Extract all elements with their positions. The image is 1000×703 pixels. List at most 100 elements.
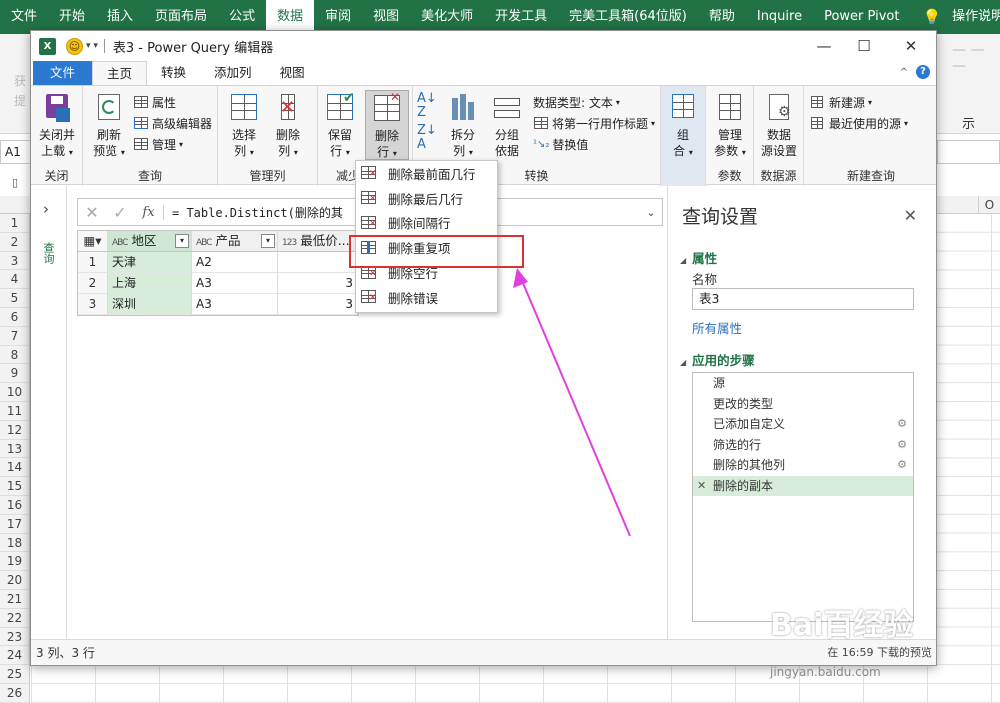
excel-menu-item[interactable]: Inquire <box>746 0 813 34</box>
excel-menu-item[interactable]: 文件 <box>0 0 48 34</box>
step-settings-gear-icon[interactable]: ⚙ <box>897 414 907 435</box>
new-source-button[interactable]: 新建源 ▾ <box>810 92 872 112</box>
recent-sources-button[interactable]: 最近使用的源 ▾ <box>810 113 908 133</box>
row-header[interactable]: 20 <box>0 571 29 590</box>
row-header[interactable]: 19 <box>0 552 29 572</box>
filter-dropdown-icon[interactable]: ▾ <box>261 234 275 248</box>
row-header[interactable]: 9 <box>0 364 29 384</box>
applied-step[interactable]: ✕ 删除的副本 <box>693 475 913 497</box>
applied-steps-header[interactable]: ◢ 应用的步骤 <box>680 350 755 369</box>
row-header[interactable]: 1 <box>0 214 29 233</box>
row-header[interactable]: 7 <box>0 327 29 346</box>
excel-menu-item[interactable]: 美化大师 <box>410 0 484 34</box>
refresh-preview-button[interactable]: 刷新 预览 ▾ <box>87 90 131 161</box>
table-menu-icon[interactable]: ▦▾ <box>78 231 108 252</box>
query-name-input[interactable]: 表3 <box>692 288 914 310</box>
row-header[interactable]: 4 <box>0 270 29 290</box>
tab-transform[interactable]: 转换 <box>147 61 200 85</box>
row-header[interactable]: 15 <box>0 477 29 496</box>
keep-rows-button[interactable]: ✔ 保留 行 ▾ <box>318 90 362 161</box>
column-header-product[interactable]: ABC 产品 ▾ <box>192 231 278 252</box>
menu-item[interactable]: ✕ 删除最后几行 <box>356 186 497 211</box>
manage-parameters-button[interactable]: 管理 参数 ▾ <box>708 90 752 161</box>
use-first-row-as-headers-button[interactable]: 将第一行用作标题 ▾ <box>533 113 655 133</box>
collapse-ribbon-icon[interactable]: ^ <box>900 67 908 78</box>
text-type-icon[interactable]: ABC <box>196 238 213 248</box>
menu-item[interactable]: ✕ 删除错误 <box>356 285 497 310</box>
cell-min-price[interactable] <box>278 252 358 273</box>
tab-view[interactable]: 视图 <box>266 61 319 85</box>
cell-region[interactable]: 天津 <box>108 252 192 273</box>
replace-values-button[interactable]: ¹↘₂ 替换值 <box>533 134 588 154</box>
row-header[interactable]: 26 <box>0 684 29 703</box>
close-button[interactable]: ✕ <box>898 35 924 57</box>
cancel-formula-icon[interactable]: ✕ <box>78 203 106 222</box>
table-row[interactable]: 3 深圳 A3 3 <box>78 294 358 315</box>
row-header[interactable]: 24 <box>0 646 29 666</box>
lightbulb-icon[interactable]: 💡 <box>910 8 941 26</box>
tab-add-column[interactable]: 添加列 <box>200 61 266 85</box>
excel-menu-item[interactable]: 插入 <box>96 0 144 34</box>
data-type-dropdown[interactable]: 数据类型: 文本 ▾ <box>533 92 620 112</box>
properties-button[interactable]: 属性 <box>133 92 176 112</box>
quick-access-dropdown-icon[interactable]: ▾ ▾ <box>86 41 98 51</box>
menu-item[interactable]: ✕ 删除最前面几行 <box>356 161 497 186</box>
name-box[interactable]: A1 <box>0 140 32 164</box>
cell-region[interactable]: 深圳 <box>108 294 192 315</box>
row-header[interactable]: 10 <box>0 383 29 402</box>
excel-menu-item[interactable]: 审阅 <box>314 0 362 34</box>
chevron-right-icon[interactable]: › <box>43 200 49 218</box>
step-settings-gear-icon[interactable]: ⚙ <box>897 455 907 476</box>
table-row[interactable]: 1 天津 A2 <box>78 252 358 273</box>
column-header-min-price[interactable]: 123 最低价... <box>278 231 358 252</box>
close-and-load-button[interactable]: 关闭并 上载 ▾ <box>35 90 79 161</box>
table-row[interactable]: 2 上海 A3 3 <box>78 273 358 294</box>
excel-menu-item[interactable]: Power Pivot <box>813 0 910 34</box>
cell-region[interactable]: 上海 <box>108 273 192 294</box>
row-header[interactable]: 3 <box>0 252 29 271</box>
queries-nav-label[interactable]: 查询 <box>40 242 56 264</box>
row-header[interactable]: 12 <box>0 421 29 440</box>
fx-icon[interactable]: fx <box>134 204 164 220</box>
tell-me-search[interactable]: 操作说明搜索 <box>941 0 1000 34</box>
applied-step[interactable]: 删除的其他列 ⚙ <box>693 455 913 476</box>
delete-step-icon[interactable]: ✕ <box>697 476 706 497</box>
row-header[interactable]: 5 <box>0 289 29 308</box>
row-number[interactable]: 2 <box>78 273 108 294</box>
row-header[interactable]: 14 <box>0 458 29 478</box>
all-properties-link[interactable]: 所有属性 <box>692 318 742 337</box>
split-column-button[interactable]: 拆分 列 ▾ <box>441 90 485 161</box>
advanced-editor-button[interactable]: 高级编辑器 <box>133 113 212 133</box>
combine-button[interactable]: 组 合 ▾ <box>661 90 705 161</box>
column-header-region[interactable]: ABC 地区 ▾ <box>108 231 192 252</box>
step-settings-gear-icon[interactable]: ⚙ <box>897 435 907 456</box>
row-header[interactable]: 21 <box>0 590 29 609</box>
row-header[interactable]: 18 <box>0 534 29 553</box>
excel-menu-item[interactable]: 页面布局 <box>144 0 218 34</box>
text-type-icon[interactable]: ABC <box>112 238 129 248</box>
excel-menu-item[interactable]: 帮助 <box>698 0 746 34</box>
excel-formula-bar[interactable] <box>937 140 1000 164</box>
maximize-button[interactable]: ☐ <box>851 35 877 57</box>
excel-menu-item[interactable]: 数据 <box>266 0 315 34</box>
cell-product[interactable]: A3 <box>192 273 278 294</box>
remove-columns-button[interactable]: ✕ 删除 列 ▾ <box>266 90 310 161</box>
chevron-down-icon[interactable]: ⌄ <box>640 206 662 219</box>
cell-product[interactable]: A2 <box>192 252 278 273</box>
tab-home[interactable]: 主页 <box>92 61 148 85</box>
excel-menu-item[interactable]: 完美工具箱(64位版) <box>558 0 698 34</box>
data-source-settings-button[interactable]: ⚙ 数据 源设置 <box>757 90 801 159</box>
row-header[interactable]: 25 <box>0 665 29 684</box>
row-header[interactable]: 2 <box>0 233 29 252</box>
sort-ascending-icon[interactable]: A↓ Z <box>417 92 437 120</box>
group-by-button[interactable]: 分组 依据 <box>485 90 529 159</box>
cell-min-price[interactable]: 3 <box>278 294 358 315</box>
choose-columns-button[interactable]: 选择 列 ▾ <box>222 90 266 161</box>
column-header-o[interactable]: O <box>978 196 1000 214</box>
row-header[interactable]: 6 <box>0 308 29 327</box>
row-header[interactable]: 8 <box>0 346 29 365</box>
excel-menu-item[interactable]: 公式 <box>218 0 266 34</box>
properties-section-header[interactable]: ◢ 属性 <box>680 248 717 267</box>
applied-step[interactable]: 源 <box>693 373 913 394</box>
applied-step[interactable]: 已添加自定义 ⚙ <box>693 414 913 435</box>
